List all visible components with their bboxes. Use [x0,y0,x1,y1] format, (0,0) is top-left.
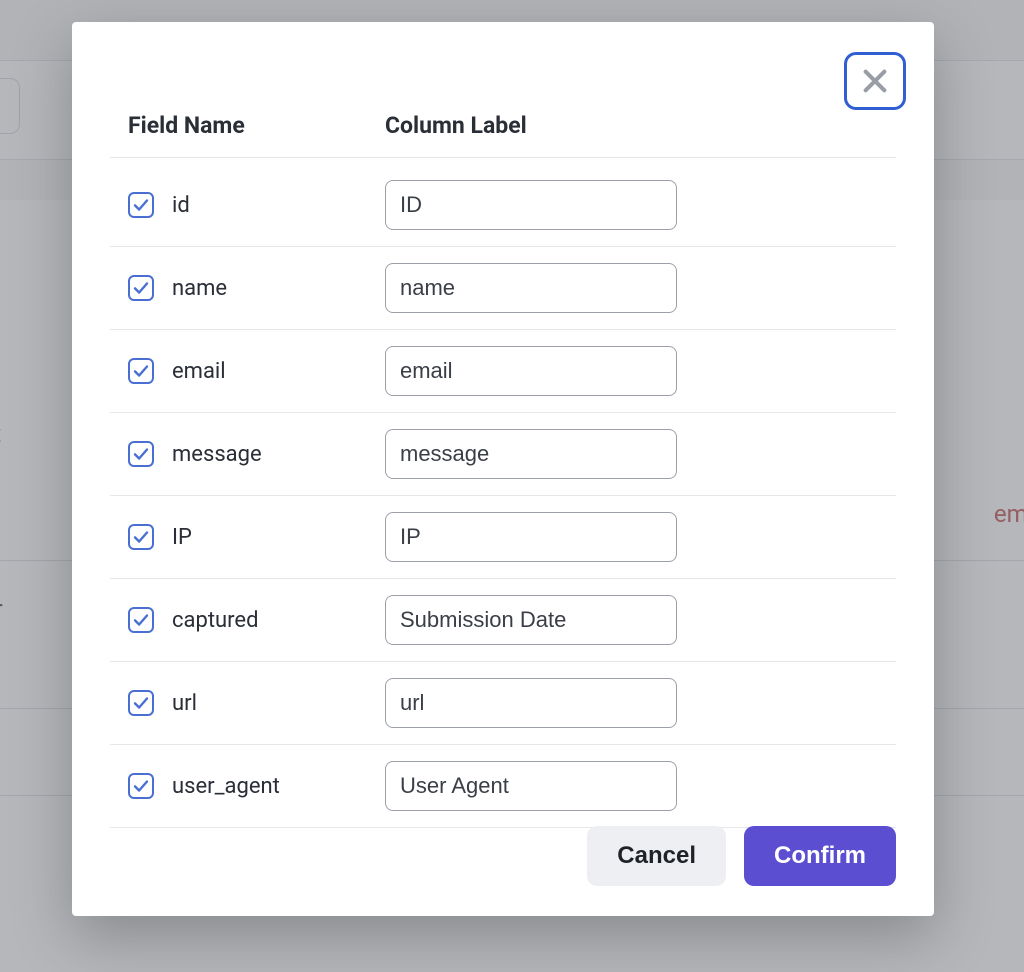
field-mapping-table: Field Name Column Label id name email messa… [110,22,896,828]
check-icon [132,279,150,297]
field-checkbox[interactable] [128,275,154,301]
cancel-button[interactable]: Cancel [587,826,726,886]
check-icon [132,777,150,795]
column-label-input[interactable] [385,512,677,562]
header-field-name: Field Name [110,22,375,158]
field-name-label: IP [172,525,192,550]
table-row: id [110,158,896,247]
column-label-input[interactable] [385,346,677,396]
column-label-input[interactable] [385,678,677,728]
column-label-input[interactable] [385,180,677,230]
column-label-input[interactable] [385,761,677,811]
table-row: captured [110,579,896,662]
column-label-input[interactable] [385,595,677,645]
check-icon [132,528,150,546]
close-icon [861,67,889,95]
table-row: email [110,330,896,413]
confirm-button[interactable]: Confirm [744,826,896,886]
modal-footer: Cancel Confirm [587,826,896,886]
column-label-input[interactable] [385,429,677,479]
table-row: user_agent [110,745,896,828]
field-checkbox[interactable] [128,358,154,384]
field-checkbox[interactable] [128,690,154,716]
check-icon [132,694,150,712]
field-mapping-modal: Field Name Column Label id name email messa… [72,22,934,916]
field-checkbox[interactable] [128,441,154,467]
table-row: name [110,247,896,330]
field-name-label: user_agent [172,774,280,799]
field-checkbox[interactable] [128,524,154,550]
field-name-label: name [172,276,227,301]
field-checkbox[interactable] [128,607,154,633]
table-row: IP [110,496,896,579]
check-icon [132,362,150,380]
field-name-label: captured [172,608,259,633]
field-name-label: id [172,193,190,218]
table-row: url [110,662,896,745]
table-row: message [110,413,896,496]
column-label-input[interactable] [385,263,677,313]
field-name-label: email [172,359,226,384]
check-icon [132,611,150,629]
field-checkbox[interactable] [128,773,154,799]
close-button[interactable] [844,52,906,110]
field-name-label: message [172,442,262,467]
check-icon [132,445,150,463]
field-name-label: url [172,691,197,716]
field-checkbox[interactable] [128,192,154,218]
check-icon [132,196,150,214]
header-column-label: Column Label [375,22,896,158]
